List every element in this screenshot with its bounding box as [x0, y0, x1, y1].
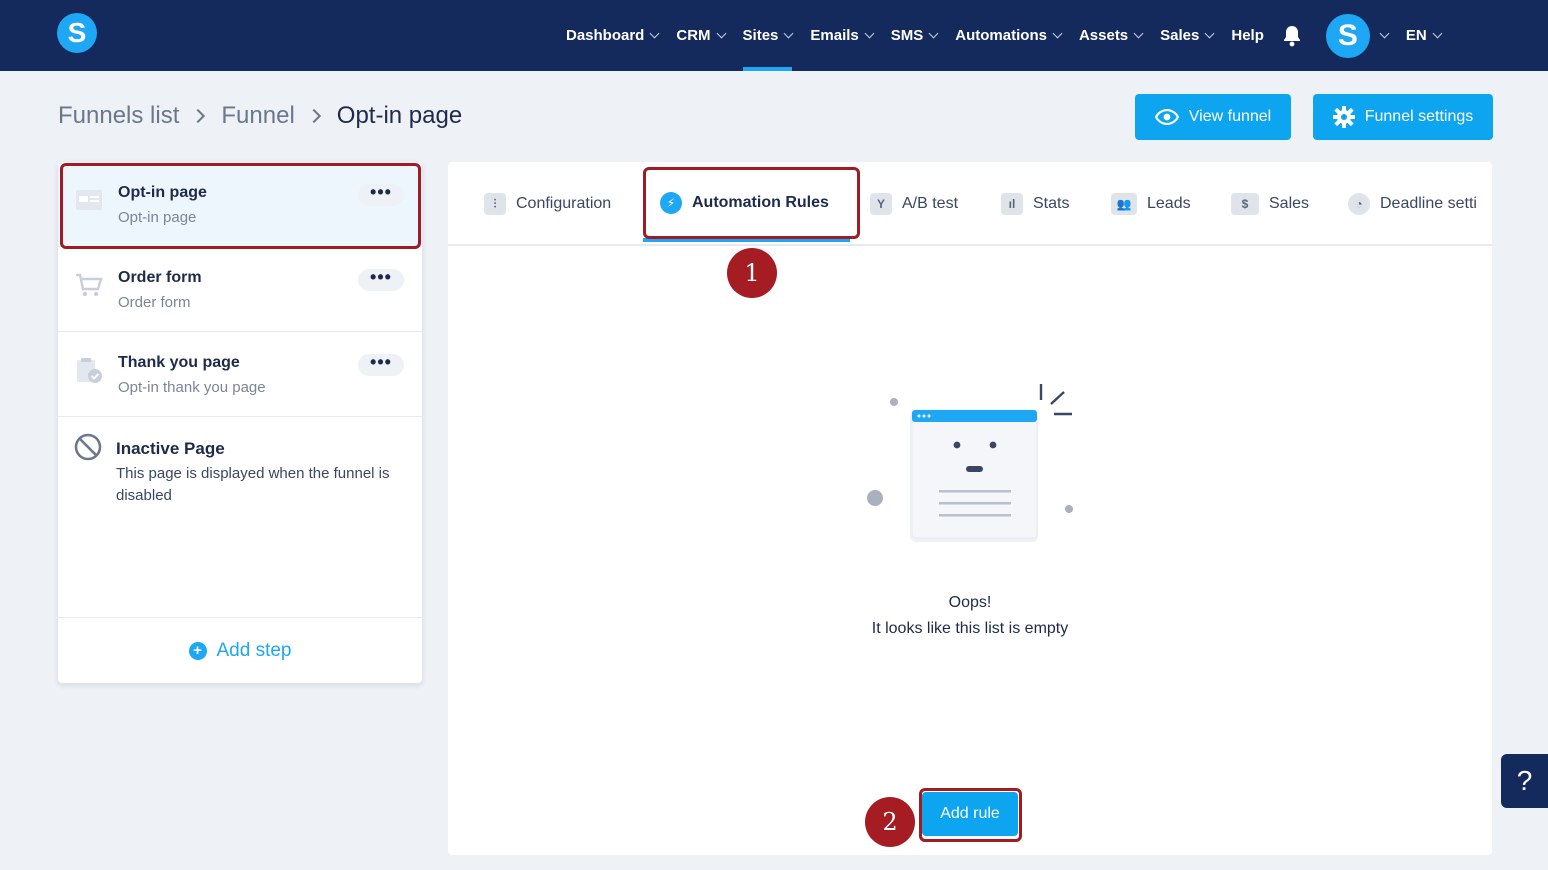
- add-step-button[interactable]: + Add step: [58, 617, 422, 683]
- highlight-opt-in-step: [60, 163, 421, 249]
- nav-automations[interactable]: Automations: [955, 0, 1063, 71]
- annotation-badge-2: 2: [865, 797, 915, 847]
- tab-leads[interactable]: 👥 Leads: [1111, 193, 1191, 215]
- nav-sales[interactable]: Sales: [1160, 0, 1215, 71]
- language-label: EN: [1405, 27, 1427, 44]
- step-title: Thank you page: [118, 354, 240, 371]
- plus-circle-icon: +: [188, 641, 207, 660]
- annotation-badge-1: 1: [727, 248, 777, 298]
- tab-configuration[interactable]: ⫶ Configuration: [484, 193, 611, 215]
- main-nav: Dashboard CRM Sites Emails SMS Automatio…: [566, 0, 1443, 71]
- bell-icon[interactable]: [1282, 25, 1304, 47]
- view-funnel-button[interactable]: View funnel: [1135, 94, 1291, 140]
- chevron-down-icon: [1432, 28, 1443, 39]
- chevron-down-icon: [716, 28, 726, 39]
- app-logo[interactable]: S: [57, 13, 97, 53]
- step-order-form[interactable]: Order form Order form •••: [58, 247, 422, 332]
- add-step-label: Add step: [216, 639, 292, 661]
- chevron-down-icon: [649, 28, 660, 39]
- nav-emails[interactable]: Emails: [810, 0, 875, 71]
- tab-label: Leads: [1147, 195, 1191, 212]
- funnel-settings-button[interactable]: Funnel settings: [1313, 94, 1493, 140]
- step-thank-you-page[interactable]: Thank you page Opt-in thank you page •••: [58, 332, 422, 417]
- help-button[interactable]: ?: [1501, 754, 1548, 808]
- nav-label: SMS: [890, 27, 924, 44]
- view-funnel-label: View funnel: [1188, 108, 1272, 125]
- highlight-automation-rules-tab: [643, 167, 860, 239]
- chevron-down-icon: [1133, 28, 1144, 39]
- empty-state-message: It looks like this list is empty: [871, 620, 1069, 637]
- nav-label: Sites: [742, 27, 779, 44]
- funnel-settings-label: Funnel settings: [1364, 108, 1474, 125]
- split-icon: Y: [870, 193, 892, 215]
- top-navbar: S Dashboard CRM Sites Emails SMS Automat…: [0, 0, 1548, 71]
- chevron-down-icon: [1204, 28, 1215, 39]
- page-tabs: ⫶ Configuration ⚡ Automation Rules Y A/B te…: [448, 162, 1492, 246]
- language-selector[interactable]: EN: [1405, 0, 1443, 71]
- nav-label: Automations: [955, 27, 1047, 44]
- nav-label: Help: [1231, 27, 1264, 44]
- step-inactive-page[interactable]: Inactive Page This page is displayed whe…: [58, 417, 422, 617]
- highlight-add-rule-button: [919, 788, 1022, 842]
- ban-icon: [74, 433, 102, 461]
- chevron-down-icon: [928, 28, 939, 39]
- step-description: This page is displayed when the funnel i…: [116, 465, 390, 504]
- main-content-panel: ⫶ Configuration ⚡ Automation Rules Y A/B te…: [448, 162, 1492, 855]
- nav-label: Assets: [1078, 27, 1129, 44]
- avatar[interactable]: S: [1325, 13, 1370, 58]
- nav-label: Dashboard: [566, 27, 645, 44]
- tab-ab-test[interactable]: Y A/B test: [870, 193, 958, 215]
- bar-chart-icon: ıl: [1001, 193, 1023, 215]
- tab-label: Stats: [1033, 195, 1070, 212]
- step-subtitle: Opt-in thank you page: [118, 379, 266, 396]
- tab-label: Deadline setti: [1380, 195, 1477, 212]
- breadcrumb-funnels-list[interactable]: Funnels list: [58, 102, 179, 130]
- step-title: Order form: [118, 269, 202, 286]
- nav-dashboard[interactable]: Dashboard: [566, 0, 660, 71]
- tab-stats[interactable]: ıl Stats: [1001, 193, 1069, 215]
- nav-crm[interactable]: CRM: [676, 0, 726, 71]
- nav-assets[interactable]: Assets: [1078, 0, 1144, 71]
- cart-icon: [76, 273, 103, 297]
- clock-icon: ◔: [1348, 193, 1370, 215]
- nav-sites[interactable]: Sites: [742, 0, 794, 71]
- chevron-down-icon: [783, 28, 794, 39]
- dollar-icon: $: [1231, 193, 1259, 215]
- breadcrumb: Funnels list Funnel Opt-in page: [58, 102, 462, 130]
- chevron-right-icon: [306, 108, 321, 124]
- empty-state-illustration: [867, 384, 1073, 542]
- chevron-right-icon: [191, 108, 206, 124]
- chevron-down-icon: [864, 28, 875, 39]
- sliders-icon: ⫶: [484, 193, 506, 215]
- clipboard-check-icon: [77, 358, 102, 383]
- nav-label: Sales: [1160, 27, 1200, 44]
- step-subtitle: Order form: [118, 294, 191, 311]
- gear-icon: [1332, 106, 1355, 128]
- tab-deadline-settings[interactable]: ◔ Deadline setti: [1348, 193, 1477, 215]
- eye-icon: [1154, 109, 1179, 125]
- more-options-button[interactable]: •••: [358, 268, 404, 291]
- tab-label: Configuration: [516, 195, 612, 212]
- step-title: Inactive Page: [116, 439, 225, 458]
- chevron-down-icon[interactable]: [1379, 28, 1390, 39]
- tab-sales[interactable]: $ Sales: [1231, 193, 1309, 215]
- more-options-button[interactable]: •••: [358, 353, 404, 376]
- breadcrumb-funnel[interactable]: Funnel: [221, 102, 294, 130]
- nav-label: Emails: [810, 27, 859, 44]
- nav-label: CRM: [676, 27, 711, 44]
- nav-help[interactable]: Help: [1231, 0, 1264, 71]
- page-title: Opt-in page: [336, 102, 463, 129]
- users-icon: 👥: [1111, 193, 1137, 215]
- tab-label: A/B test: [902, 195, 959, 212]
- chevron-down-icon: [1052, 28, 1063, 39]
- empty-state-title: Oops!: [948, 594, 992, 611]
- nav-sms[interactable]: SMS: [890, 0, 939, 71]
- tab-label: Sales: [1269, 195, 1310, 212]
